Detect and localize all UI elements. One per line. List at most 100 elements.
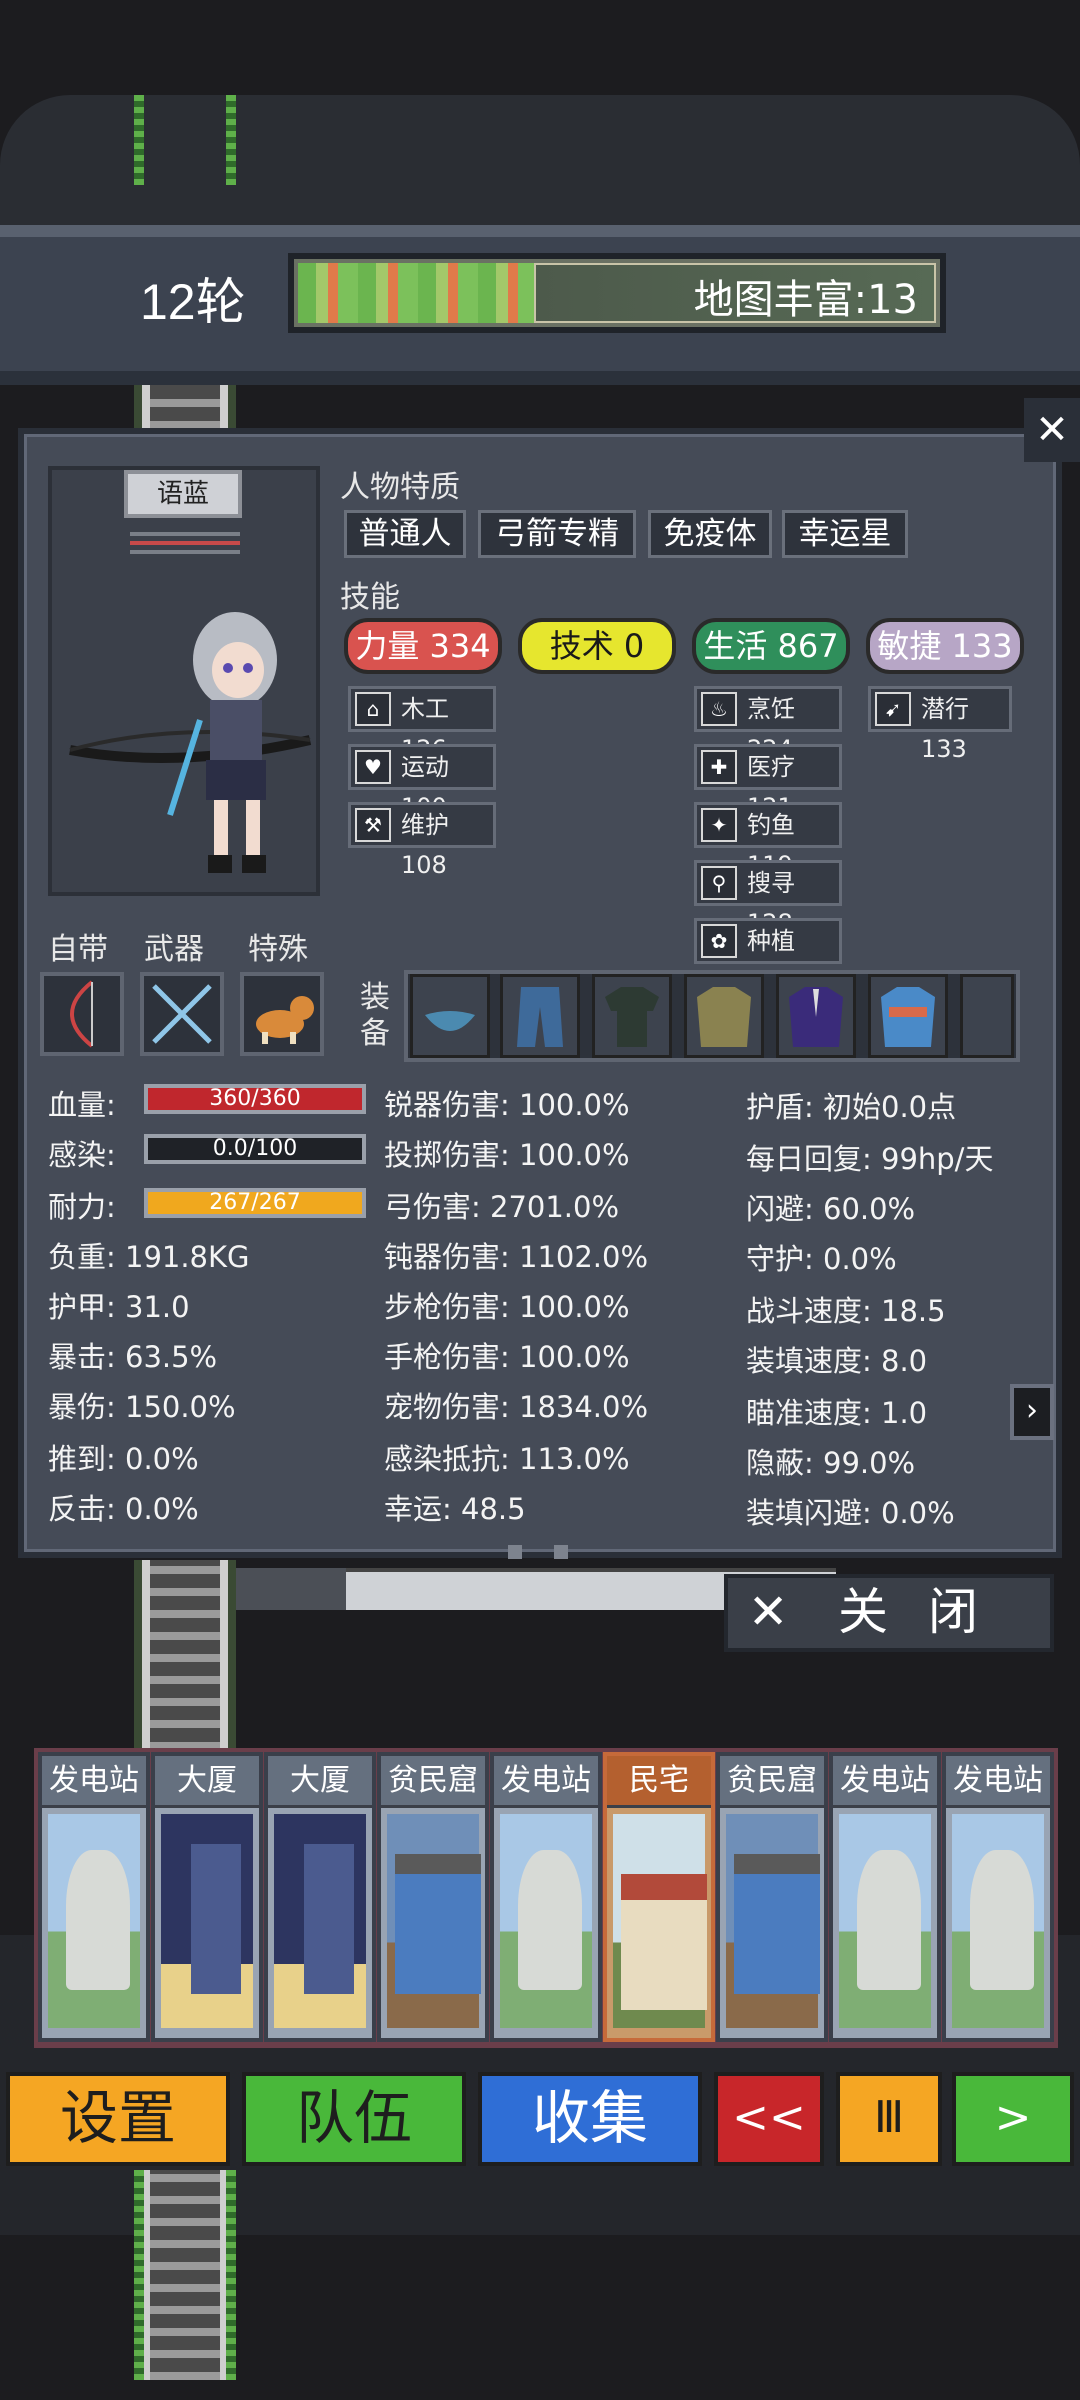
skill-cooking[interactable]: ♨烹饪 224 [694,686,842,763]
stat-knockdown: 推到: 0.0% [48,1442,199,1476]
weapon-slot[interactable] [140,972,224,1056]
special-slot[interactable] [240,972,324,1056]
stamina-bar: 267/267 [144,1188,366,1218]
stat-aim-speed: 瞄准速度: 1.0 [746,1396,928,1430]
stat-luck: 幸运: 48.5 [384,1492,526,1526]
rail-track [134,1560,236,1750]
location-card-image [387,1814,481,2028]
suit-equip-slot[interactable] [776,974,856,1058]
location-card[interactable]: 民宅 [603,1752,715,2042]
map-richness-label: 地图丰富:13 [693,277,918,323]
skill-category-life[interactable]: 生活 867 [692,618,850,674]
stamina-label: 耐力: [48,1190,116,1224]
skill-search[interactable]: ⚲搜寻 128 [694,860,842,937]
mask-equip-slot[interactable] [410,974,490,1058]
location-card-title: 贫民窟 [720,1756,824,1808]
pants-equip-slot[interactable] [500,974,580,1058]
skill-fishing[interactable]: ✦钓鱼 119 [694,802,842,879]
location-card-title: 大厦 [268,1756,372,1808]
stat-combat-speed: 战斗速度: 18.5 [746,1294,946,1328]
team-button[interactable]: 队伍 [242,2072,466,2166]
magnifier-icon: ⚲ [701,866,737,900]
stat-shield: 护盾: 初始0.0点 [746,1090,957,1124]
special-slot-label: 特殊 [248,932,308,967]
seed-icon: ✿ [701,924,737,958]
trait-badge[interactable]: 弓箭专精 [478,510,636,558]
bow-icon [70,980,94,1048]
jacket-icon [697,987,751,1047]
location-card[interactable]: 发电站 [942,1752,1054,2042]
weapon-slot-label: 武器 [144,932,204,967]
innate-slot[interactable] [40,972,124,1056]
stat-stealth: 隐蔽: 99.0% [746,1446,916,1480]
trait-badge[interactable]: 免疫体 [648,510,772,558]
corgi-pet-icon [256,996,314,1044]
trait-badge[interactable]: 普通人 [344,510,466,558]
stat-weight: 负重: 191.8KG [48,1240,250,1274]
stat-reload-speed: 装填速度: 8.0 [746,1344,928,1378]
map-richness-fill [298,263,534,323]
next-page-arrow[interactable]: › [1010,1384,1054,1440]
hp-label: 血量: [48,1088,116,1122]
stat-infection-resist: 感染抵抗: 113.0% [384,1442,630,1476]
character-name: 语蓝 [124,470,242,518]
location-card[interactable]: 发电站 [490,1752,602,2042]
crossbow-icon [152,984,212,1044]
location-card-image [48,1814,140,2028]
location-card-image [952,1814,1044,2028]
location-card[interactable]: 贫民窟 [716,1752,828,2042]
skill-category-strength[interactable]: 力量 334 [344,618,502,674]
forward-button[interactable]: > [952,2072,1074,2166]
location-card-image [500,1814,592,2028]
settings-button[interactable]: 设置 [6,2072,230,2166]
stat-armor: 护甲: 31.0 [48,1290,190,1324]
round-counter: 12轮 [140,274,246,330]
heart-icon: ♥ [355,750,391,784]
collect-button[interactable]: 收集 [478,2072,702,2166]
location-card-title: 发电站 [946,1756,1050,1808]
location-card[interactable]: 发电站 [829,1752,941,2042]
trait-badge[interactable]: 幸运星 [782,510,908,558]
location-card[interactable]: 大厦 [151,1752,263,2042]
stat-reload-dodge: 装填闪避: 0.0% [746,1496,955,1530]
location-card-title: 民宅 [607,1756,711,1808]
close-icon[interactable]: ✕ [1024,398,1080,462]
medkit-icon: ✚ [701,750,737,784]
equip-label: 装备 [360,980,390,1051]
rail-track [134,2170,236,2380]
skill-sports[interactable]: ♥运动 100 [348,744,496,821]
location-card-image [726,1814,820,2028]
fish-icon: ✦ [701,808,737,842]
location-card[interactable]: 大厦 [264,1752,376,2042]
rewind-button[interactable]: << [714,2072,824,2166]
skill-stealth[interactable]: ➹ 潜行 133 [868,686,1012,763]
skill-category-technique[interactable]: 技术 0 [518,618,676,674]
sweater-icon [881,987,935,1047]
stat-crit: 暴击: 63.5% [48,1340,218,1374]
location-card[interactable]: 贫民窟 [377,1752,489,2042]
stat-pet-damage: 宠物伤害: 1834.0% [384,1390,649,1424]
location-card[interactable]: 发电站 [38,1752,150,2042]
close-button[interactable]: ✕ 关闭 [724,1574,1054,1652]
pot-icon: ♨ [701,692,737,726]
stat-bow-damage: 弓伤害: 2701.0% [384,1190,620,1224]
stat-guard: 守护: 0.0% [746,1242,897,1276]
skill-category-agility[interactable]: 敏捷 133 [866,618,1024,674]
empty-equip-slot[interactable] [960,974,1014,1058]
map-richness-bar: 地图丰富:13 [288,253,946,333]
sweater-equip-slot[interactable] [868,974,948,1058]
skill-planting[interactable]: ✿种植 197 [694,918,842,995]
location-card-title: 大厦 [155,1756,259,1808]
shirt-equip-slot[interactable] [592,974,672,1058]
skill-medical[interactable]: ✚医疗 121 [694,744,842,821]
skill-carpentry[interactable]: ⌂木工 126 [348,686,496,763]
location-card-title: 发电站 [494,1756,598,1808]
stat-throw-damage: 投掷伤害: 100.0% [384,1138,630,1172]
top-frame [0,95,1080,235]
skill-maintenance[interactable]: ⚒ 维护 108 [348,802,496,879]
stat-rifle-damage: 步枪伤害: 100.0% [384,1290,630,1324]
jacket-equip-slot[interactable] [684,974,764,1058]
pause-button[interactable]: Ⅲ [836,2072,942,2166]
hp-bar: 360/360 [144,1084,366,1114]
location-card-title: 发电站 [833,1756,937,1808]
